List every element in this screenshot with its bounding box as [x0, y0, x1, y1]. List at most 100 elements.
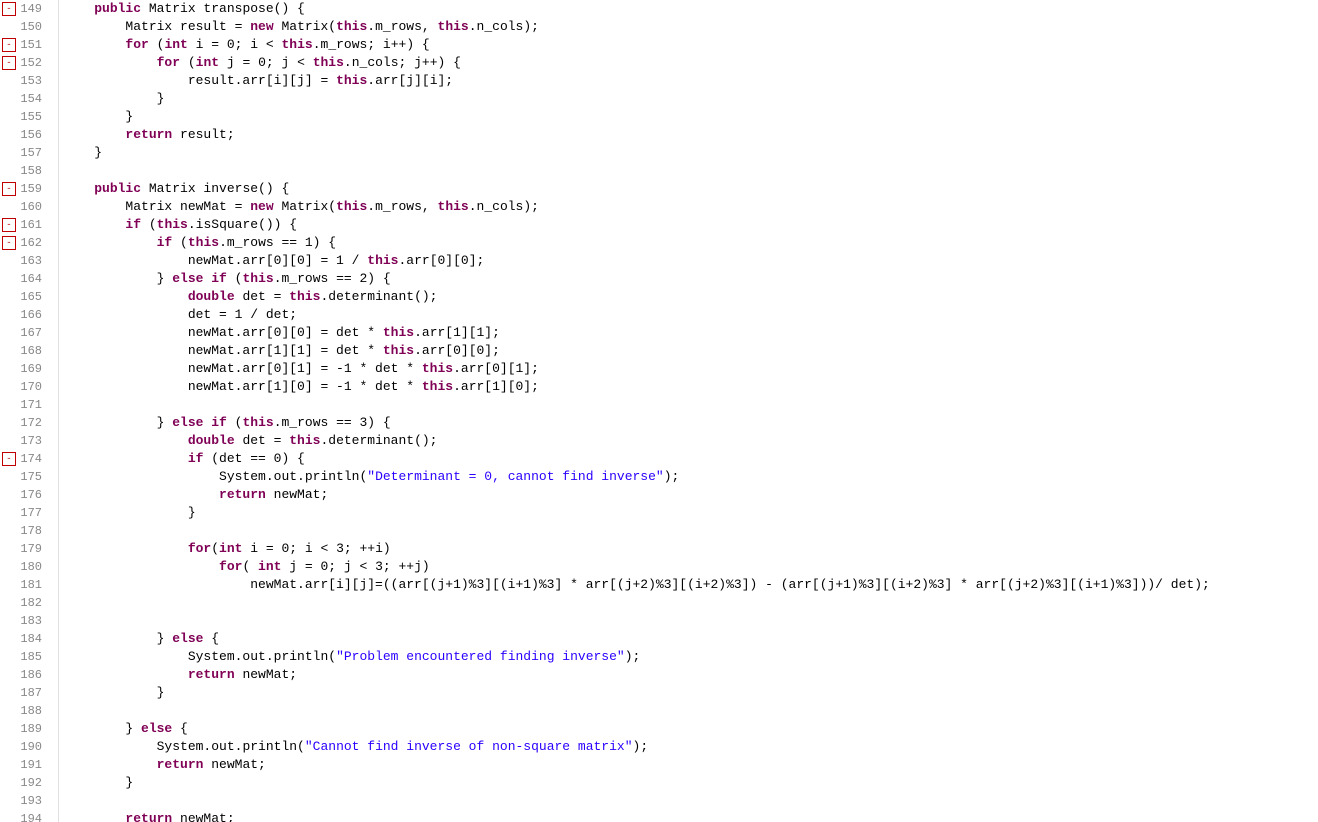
token-plain: System.out.println(	[157, 738, 305, 756]
token-plain: newMat.arr[0][0] = det *	[188, 324, 383, 342]
token-kw: for	[219, 558, 242, 576]
line-number: 191	[16, 756, 48, 774]
code-area[interactable]: public Matrix transpose() { Matrix resul…	[59, 0, 1318, 822]
line-number: 173	[16, 432, 48, 450]
line-number: 179	[16, 540, 48, 558]
gutter-row: -159	[0, 180, 58, 198]
gutter-row: 166	[0, 306, 58, 324]
indent	[63, 810, 125, 822]
token-plain: System.out.println(	[188, 648, 336, 666]
code-line: return newMat;	[63, 756, 1318, 774]
code-line: double det = this.determinant();	[63, 288, 1318, 306]
fold-icon[interactable]: -	[2, 56, 16, 70]
code-line: } else {	[63, 720, 1318, 738]
token-kw: for	[188, 540, 211, 558]
token-plain: Matrix transpose() {	[149, 0, 305, 18]
fold-icon[interactable]: -	[2, 2, 16, 16]
line-number: 186	[16, 666, 48, 684]
token-kw: for	[157, 54, 188, 72]
code-line	[63, 594, 1318, 612]
indent	[63, 216, 125, 234]
token-kw: return	[188, 666, 243, 684]
indent	[63, 504, 188, 522]
indent	[63, 306, 188, 324]
token-plain: j = 0; j <	[227, 54, 313, 72]
token-plain: }	[125, 720, 141, 738]
gutter-row: 169	[0, 360, 58, 378]
line-number: 193	[16, 792, 48, 810]
code-line: newMat.arr[0][0] = 1 / this.arr[0][0];	[63, 252, 1318, 270]
token-kw: this	[242, 414, 273, 432]
indent	[63, 414, 157, 432]
fold-icon[interactable]: -	[2, 38, 16, 52]
fold-icon[interactable]: -	[2, 182, 16, 196]
indent	[63, 666, 188, 684]
code-line: }	[63, 684, 1318, 702]
token-plain: System.out.println(	[219, 468, 367, 486]
token-kw: double	[188, 288, 243, 306]
token-plain: Matrix(	[281, 198, 336, 216]
token-plain: }	[125, 108, 133, 126]
token-kw: this	[313, 54, 344, 72]
gutter-row: 191	[0, 756, 58, 774]
gutter-row: 170	[0, 378, 58, 396]
token-plain: Matrix(	[281, 18, 336, 36]
token-plain: }	[188, 504, 196, 522]
token-plain: .arr[0][1];	[453, 360, 539, 378]
token-kw: this	[242, 270, 273, 288]
indent	[63, 486, 219, 504]
indent	[63, 720, 125, 738]
code-line: result.arr[i][j] = this.arr[j][i];	[63, 72, 1318, 90]
token-plain: newMat.arr[1][1] = det *	[188, 342, 383, 360]
indent	[63, 774, 125, 792]
indent	[63, 450, 188, 468]
gutter-row: 182	[0, 594, 58, 612]
gutter-row: 171	[0, 396, 58, 414]
code-line: for (int j = 0; j < this.n_cols; j++) {	[63, 54, 1318, 72]
indent	[63, 684, 157, 702]
token-kw: int	[196, 54, 227, 72]
code-line: }	[63, 504, 1318, 522]
token-kw: if	[125, 216, 148, 234]
token-kw: else if	[172, 270, 234, 288]
code-line	[63, 396, 1318, 414]
indent	[63, 540, 188, 558]
gutter-row: 189	[0, 720, 58, 738]
token-kw: this	[438, 198, 469, 216]
gutter-row: 156	[0, 126, 58, 144]
indent	[63, 144, 94, 162]
line-gutter: -149150-151-152153154155156157158-159160…	[0, 0, 59, 822]
token-kw: this	[282, 36, 313, 54]
gutter-row: 155	[0, 108, 58, 126]
gutter-row: 154	[0, 90, 58, 108]
fold-icon[interactable]: -	[2, 236, 16, 250]
line-number: 187	[16, 684, 48, 702]
line-number: 177	[16, 504, 48, 522]
token-kw: new	[250, 18, 281, 36]
fold-icon[interactable]: -	[2, 452, 16, 466]
token-kw: this	[422, 378, 453, 396]
gutter-row: 183	[0, 612, 58, 630]
code-line: return newMat;	[63, 810, 1318, 822]
token-kw: else	[141, 720, 180, 738]
token-plain: }	[157, 270, 173, 288]
line-number: 189	[16, 720, 48, 738]
code-line: if (this.isSquare()) {	[63, 216, 1318, 234]
token-plain: .m_rows,	[367, 198, 437, 216]
token-plain: newMat.arr[i][j]=((arr[(j+1)%3][(i+1)%3]…	[250, 576, 1210, 594]
code-line: newMat.arr[0][0] = det * this.arr[1][1];	[63, 324, 1318, 342]
line-number: 172	[16, 414, 48, 432]
indent	[63, 198, 125, 216]
token-kw: public	[94, 180, 149, 198]
fold-icon[interactable]: -	[2, 218, 16, 232]
token-plain: (	[235, 270, 243, 288]
token-plain: .m_rows; i++) {	[313, 36, 430, 54]
gutter-row: 184	[0, 630, 58, 648]
code-line: } else {	[63, 630, 1318, 648]
token-plain: result;	[180, 126, 235, 144]
token-plain: (	[235, 414, 243, 432]
indent	[63, 0, 94, 18]
token-kw: return	[125, 810, 180, 822]
code-line: if (this.m_rows == 1) {	[63, 234, 1318, 252]
line-number: 194	[16, 810, 48, 822]
